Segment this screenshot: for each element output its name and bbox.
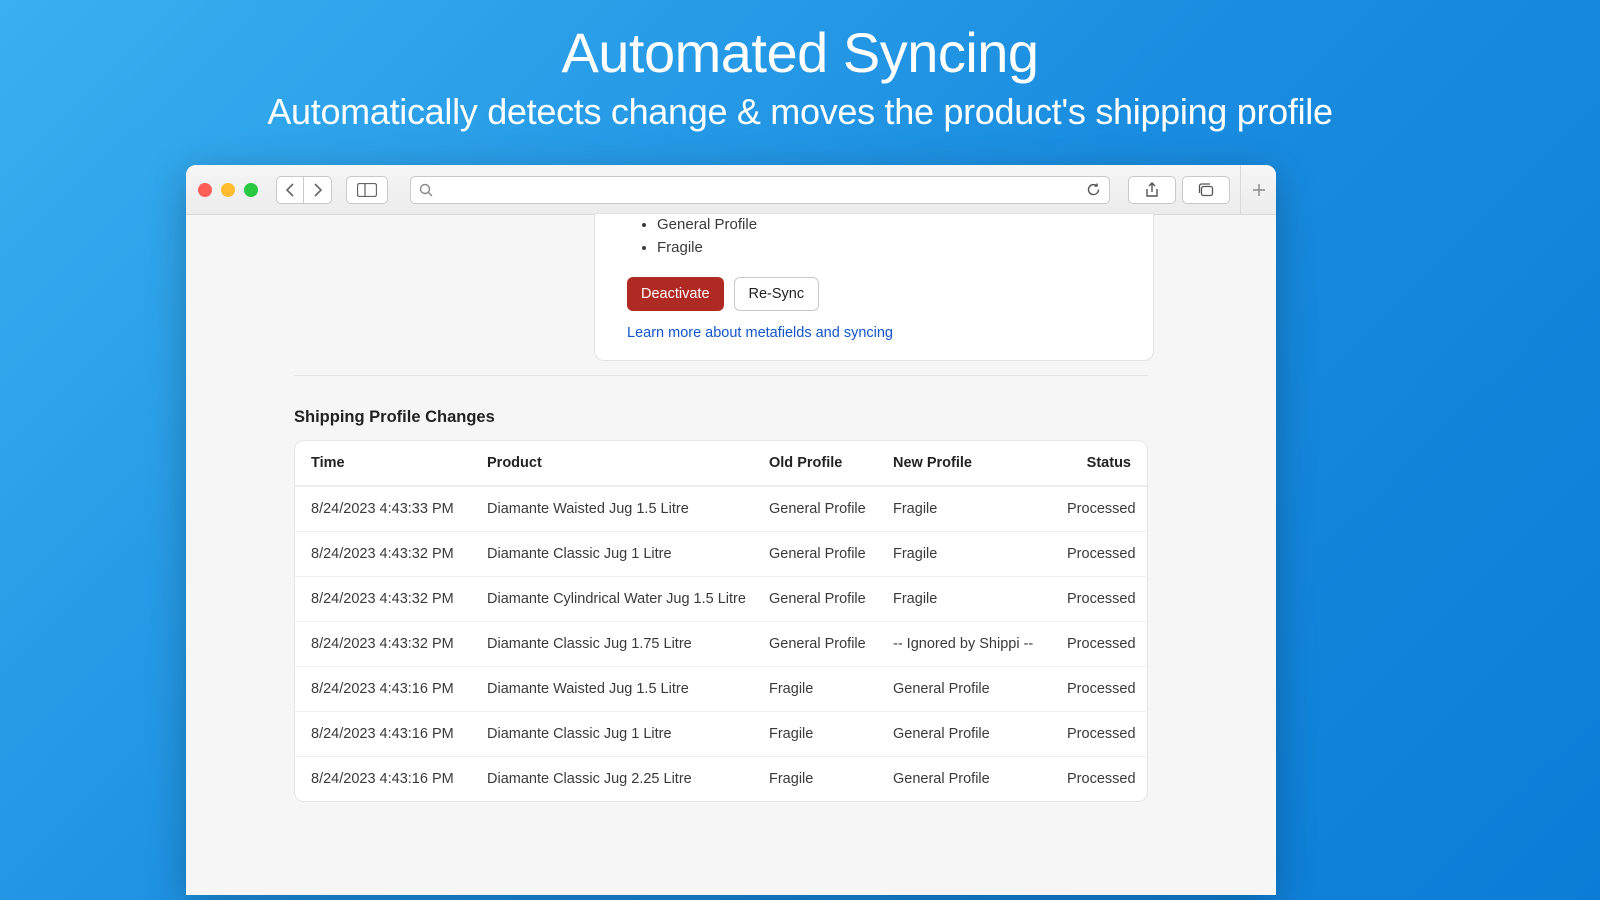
cell-old-profile: Fragile	[769, 681, 893, 697]
cell-old-profile: Fragile	[769, 771, 893, 787]
cell-status: Processed	[1067, 636, 1136, 652]
cell-time: 8/24/2023 4:43:32 PM	[311, 591, 487, 607]
cell-old-profile: General Profile	[769, 636, 893, 652]
plus-icon	[1252, 183, 1266, 197]
cell-old-profile: General Profile	[769, 591, 893, 607]
col-time: Time	[311, 455, 487, 471]
col-old-profile: Old Profile	[769, 455, 893, 471]
close-window-icon[interactable]	[198, 183, 212, 197]
sync-settings-card: General Profile Fragile Deactivate Re-Sy…	[594, 213, 1154, 361]
cell-time: 8/24/2023 4:43:32 PM	[311, 546, 487, 562]
cell-time: 8/24/2023 4:43:32 PM	[311, 636, 487, 652]
table-row: 8/24/2023 4:43:32 PMDiamante Classic Jug…	[295, 621, 1147, 666]
cell-old-profile: Fragile	[769, 726, 893, 742]
page-viewport: General Profile Fragile Deactivate Re-Sy…	[186, 215, 1276, 895]
tabs-button[interactable]	[1182, 176, 1230, 204]
browser-titlebar	[186, 165, 1276, 215]
deactivate-button[interactable]: Deactivate	[627, 277, 724, 311]
hero-banner: Automated Syncing Automatically detects …	[0, 0, 1600, 133]
sidebar-icon	[357, 183, 377, 197]
cell-new-profile: General Profile	[893, 681, 1067, 697]
cell-product: Diamante Waisted Jug 1.5 Litre	[487, 501, 769, 517]
cell-new-profile: Fragile	[893, 546, 1067, 562]
cell-time: 8/24/2023 4:43:16 PM	[311, 771, 487, 787]
cell-product: Diamante Waisted Jug 1.5 Litre	[487, 681, 769, 697]
cell-product: Diamante Classic Jug 1 Litre	[487, 546, 769, 562]
divider	[294, 375, 1148, 376]
table-row: 8/24/2023 4:43:32 PMDiamante Classic Jug…	[295, 531, 1147, 576]
cell-status: Processed	[1067, 681, 1136, 697]
sidebar-toggle-button[interactable]	[346, 176, 388, 204]
learn-more-link[interactable]: Learn more about metafields and syncing	[613, 325, 893, 341]
search-icon	[419, 183, 433, 197]
chevron-right-icon	[313, 183, 323, 197]
reload-icon	[1086, 182, 1101, 197]
cell-product: Diamante Classic Jug 1.75 Litre	[487, 636, 769, 652]
cell-new-profile: General Profile	[893, 726, 1067, 742]
table-row: 8/24/2023 4:43:33 PMDiamante Waisted Jug…	[295, 486, 1147, 531]
col-product: Product	[487, 455, 769, 471]
cell-time: 8/24/2023 4:43:16 PM	[311, 681, 487, 697]
nav-button-group	[276, 176, 332, 204]
cell-status: Processed	[1067, 546, 1136, 562]
list-item: General Profile	[657, 214, 1135, 237]
cell-old-profile: General Profile	[769, 501, 893, 517]
minimize-window-icon[interactable]	[221, 183, 235, 197]
cell-time: 8/24/2023 4:43:16 PM	[311, 726, 487, 742]
cell-time: 8/24/2023 4:43:33 PM	[311, 501, 487, 517]
cell-status: Processed	[1067, 771, 1136, 787]
window-controls	[198, 183, 258, 197]
table-row: 8/24/2023 4:43:16 PMDiamante Classic Jug…	[295, 756, 1147, 801]
cell-new-profile: Fragile	[893, 591, 1067, 607]
cell-status: Processed	[1067, 591, 1136, 607]
resync-button[interactable]: Re-Sync	[734, 277, 820, 311]
changes-table: Time Product Old Profile New Profile Sta…	[294, 440, 1148, 802]
section-title: Shipping Profile Changes	[294, 408, 495, 427]
cell-status: Processed	[1067, 726, 1136, 742]
col-status: Status	[1067, 455, 1131, 471]
cell-product: Diamante Classic Jug 1 Litre	[487, 726, 769, 742]
back-button[interactable]	[276, 176, 304, 204]
cell-old-profile: General Profile	[769, 546, 893, 562]
cell-new-profile: General Profile	[893, 771, 1067, 787]
cell-product: Diamante Classic Jug 2.25 Litre	[487, 771, 769, 787]
profile-list: General Profile Fragile	[613, 214, 1135, 259]
table-row: 8/24/2023 4:43:16 PMDiamante Waisted Jug…	[295, 666, 1147, 711]
table-row: 8/24/2023 4:43:32 PMDiamante Cylindrical…	[295, 576, 1147, 621]
forward-button[interactable]	[304, 176, 332, 204]
share-icon	[1145, 182, 1159, 198]
table-header-row: Time Product Old Profile New Profile Sta…	[295, 441, 1147, 486]
address-bar[interactable]	[410, 176, 1110, 204]
maximize-window-icon[interactable]	[244, 183, 258, 197]
reload-button[interactable]	[1086, 182, 1101, 197]
share-button[interactable]	[1128, 176, 1176, 204]
col-new-profile: New Profile	[893, 455, 1067, 471]
tabs-icon	[1198, 183, 1214, 197]
browser-window: General Profile Fragile Deactivate Re-Sy…	[186, 165, 1276, 895]
cell-product: Diamante Cylindrical Water Jug 1.5 Litre	[487, 591, 769, 607]
new-tab-button[interactable]	[1240, 165, 1276, 215]
hero-subtitle: Automatically detects change & moves the…	[0, 91, 1600, 133]
cell-new-profile: Fragile	[893, 501, 1067, 517]
list-item: Fragile	[657, 237, 1135, 260]
hero-title: Automated Syncing	[0, 20, 1600, 85]
toolbar-right	[1128, 165, 1264, 215]
cell-status: Processed	[1067, 501, 1136, 517]
table-row: 8/24/2023 4:43:16 PMDiamante Classic Jug…	[295, 711, 1147, 756]
chevron-left-icon	[285, 183, 295, 197]
cell-new-profile: -- Ignored by Shippi --	[893, 636, 1067, 652]
